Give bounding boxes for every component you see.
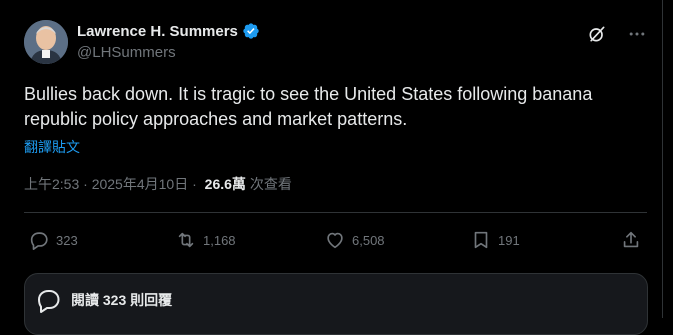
more-options-icon[interactable] — [627, 24, 647, 44]
reply-count: 323 — [56, 232, 78, 248]
grok-icon[interactable] — [587, 24, 607, 44]
like-count: 6,508 — [352, 232, 385, 248]
verified-badge-icon[interactable] — [242, 22, 260, 40]
reply-icon — [30, 232, 48, 250]
views-label: 次查看 — [249, 176, 292, 192]
tweet-time[interactable]: 上午2:53 — [24, 174, 79, 194]
share-button[interactable] — [620, 226, 642, 254]
bookmark-button[interactable]: 191 — [470, 226, 520, 254]
like-button[interactable]: 6,508 — [324, 226, 385, 254]
meta-separator: · — [79, 176, 92, 192]
retweet-icon — [178, 232, 194, 248]
translate-post-link[interactable]: 翻譯貼文 — [24, 137, 80, 157]
bookmark-count: 191 — [498, 232, 520, 248]
reply-bubble-icon — [38, 290, 60, 313]
heart-icon — [327, 232, 343, 249]
read-replies-label: 閱讀 323 則回覆 — [71, 292, 173, 308]
avatar[interactable] — [24, 20, 68, 64]
author-name[interactable]: Lawrence H. Summers — [77, 23, 238, 40]
divider — [24, 212, 647, 213]
tweet-text: Bullies back down. It is tragic to see t… — [24, 84, 593, 129]
author-handle[interactable]: @LHSummers — [77, 44, 176, 61]
retweet-button[interactable]: 1,168 — [175, 226, 236, 254]
read-replies-button[interactable]: 閱讀 323 則回覆 — [24, 273, 648, 335]
bookmark-icon — [474, 231, 488, 249]
meta-separator-2: · — [188, 176, 201, 192]
share-icon — [623, 231, 639, 248]
retweet-count: 1,168 — [203, 232, 236, 248]
column-divider — [662, 0, 663, 318]
reply-button[interactable]: 323 — [28, 226, 78, 254]
tweet-metadata: 上午2:53 · 2025年4月10日 · 26.6萬 次查看 — [24, 174, 292, 194]
avatar-image — [24, 20, 68, 64]
tweet-date[interactable]: 2025年4月10日 — [92, 174, 189, 194]
action-bar: 323 1,168 6,508 191 — [24, 226, 647, 254]
views-count: 26.6萬 — [204, 176, 246, 192]
